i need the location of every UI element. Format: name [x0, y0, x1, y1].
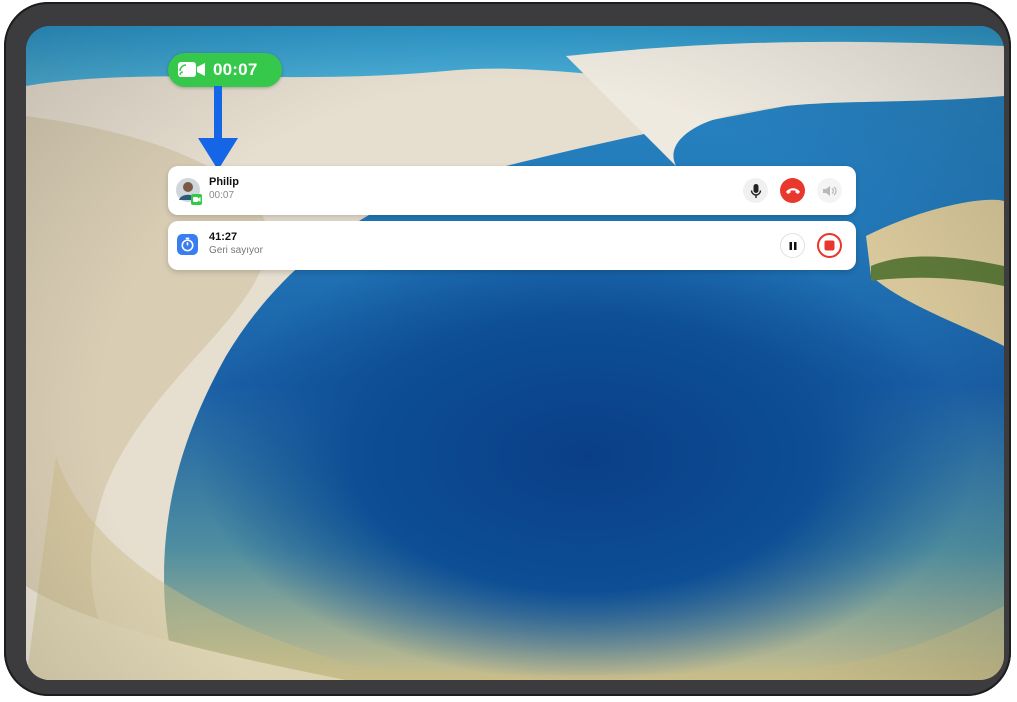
call-notification-card[interactable]: Philip 00:07: [168, 166, 856, 215]
stop-button[interactable]: [817, 233, 842, 258]
hang-up-icon: [785, 187, 800, 194]
vignette: [26, 26, 1004, 680]
speaker-button[interactable]: [817, 178, 842, 203]
speaker-icon: [822, 185, 837, 196]
down-arrow-icon: [198, 86, 238, 170]
hang-up-button[interactable]: [780, 178, 805, 203]
ongoing-call-pill[interactable]: 00:07: [168, 53, 282, 87]
timer-time: 41:27: [209, 231, 238, 243]
contact-name: Philip: [209, 176, 239, 188]
timer-status: Geri sayıyor: [209, 245, 263, 256]
microphone-icon: [750, 183, 761, 198]
timer-notification-card[interactable]: 41:27 Geri sayıyor: [168, 221, 856, 270]
pause-button[interactable]: [780, 233, 805, 258]
video-badge-icon: [191, 194, 202, 205]
tablet-frame: [4, 2, 1011, 696]
mute-button[interactable]: [743, 178, 768, 203]
stop-icon: [824, 240, 835, 251]
call-duration: 00:07: [213, 60, 258, 79]
pause-icon: [789, 241, 796, 250]
timer-icon: [177, 234, 198, 255]
video-call-icon: [178, 62, 205, 77]
home-screen-wallpaper: [26, 26, 1004, 680]
call-card-duration: 00:07: [209, 190, 235, 201]
